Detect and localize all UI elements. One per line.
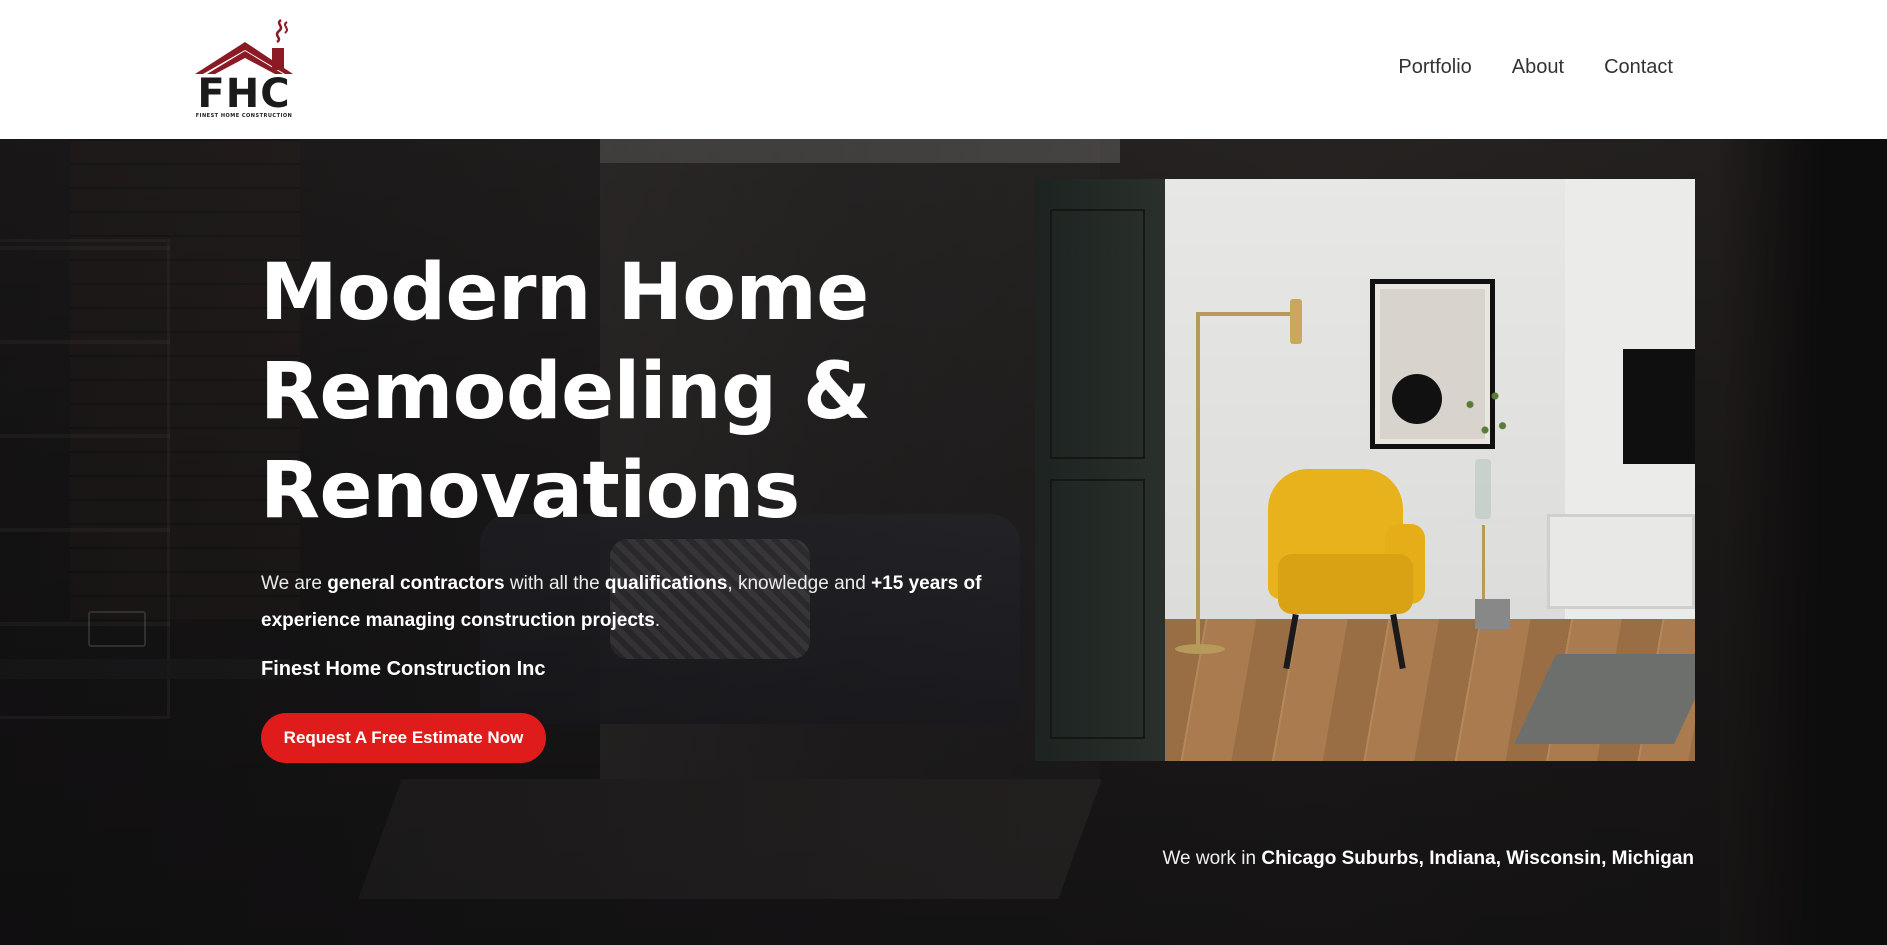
logo[interactable]: FHC FINEST HOME CONSTRUCTION bbox=[193, 18, 295, 122]
photo-door-panel-bottom bbox=[1050, 479, 1145, 739]
desc-text-4: . bbox=[654, 610, 661, 631]
hero-title: Modern Home Remodeling & Renovations bbox=[260, 244, 960, 541]
desc-bold-1: general contractors bbox=[327, 573, 505, 594]
photo-art-circle bbox=[1392, 374, 1442, 424]
request-estimate-button[interactable]: Request A Free Estimate Now bbox=[261, 713, 546, 763]
hero-title-line-3: Renovations bbox=[260, 446, 800, 536]
company-name: Finest Home Construction Inc bbox=[261, 658, 546, 680]
regions-prefix: We work in bbox=[1162, 848, 1262, 869]
nav-about[interactable]: About bbox=[1512, 55, 1564, 79]
photo-side-table bbox=[1455, 519, 1511, 525]
photo-stand bbox=[1475, 599, 1510, 629]
photo-door-panel-top bbox=[1050, 209, 1145, 459]
desc-bold-2: qualifications bbox=[604, 573, 728, 594]
photo-tv bbox=[1623, 349, 1695, 464]
nav-portfolio[interactable]: Portfolio bbox=[1398, 55, 1471, 79]
logo-text: FHC bbox=[197, 71, 291, 117]
desc-text-1: We are bbox=[261, 573, 328, 594]
hero-title-line-2: Remodeling & bbox=[260, 347, 871, 437]
photo-lamp-arm bbox=[1196, 312, 1291, 316]
desc-text-2: with all the bbox=[504, 573, 605, 594]
nav-contact[interactable]: Contact bbox=[1604, 55, 1673, 79]
photo-lamp-head bbox=[1290, 299, 1302, 344]
logo-subtext: FINEST HOME CONSTRUCTION bbox=[195, 113, 293, 119]
photo-lamp-pole bbox=[1196, 314, 1200, 649]
hero-description: We are general contractors with all the … bbox=[261, 565, 1001, 639]
photo-plant bbox=[1460, 379, 1510, 464]
service-regions: We work in Chicago Suburbs, Indiana, Wis… bbox=[1162, 848, 1694, 870]
site-header: FHC FINEST HOME CONSTRUCTION Portfolio A… bbox=[0, 0, 1887, 139]
regions-list: Chicago Suburbs, Indiana, Wisconsin, Mic… bbox=[1261, 848, 1694, 869]
desc-text-3: , knowledge and bbox=[727, 573, 872, 594]
hero-title-line-1: Modern Home bbox=[260, 248, 869, 338]
main-nav: Portfolio About Contact bbox=[1398, 55, 1673, 79]
photo-cabinet bbox=[1547, 514, 1695, 609]
hero-feature-image bbox=[1035, 179, 1695, 761]
photo-chair-seat bbox=[1278, 554, 1413, 614]
photo-vase bbox=[1475, 459, 1491, 519]
photo-lamp-base bbox=[1175, 644, 1225, 654]
